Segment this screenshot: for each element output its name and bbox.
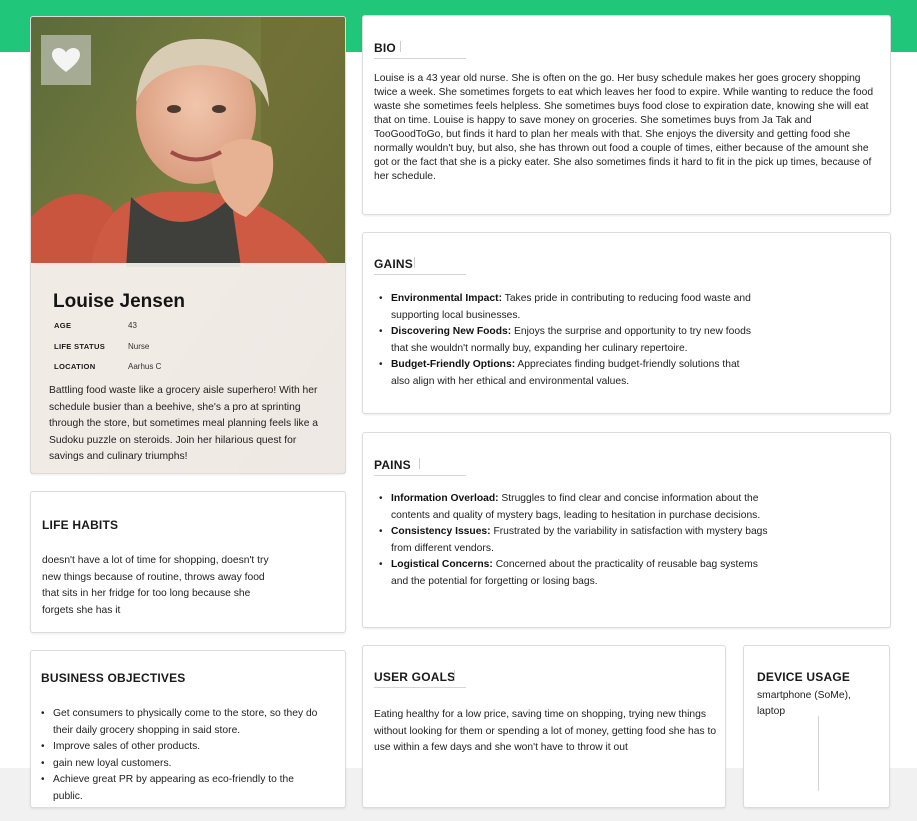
title-underline bbox=[374, 274, 466, 275]
gains-list: Environmental Impact: Takes pride in con… bbox=[377, 291, 752, 390]
user-goals-title: USER GOALS bbox=[374, 670, 456, 684]
business-objectives-card: BUSINESS OBJECTIVES Get consumers to phy… bbox=[30, 650, 346, 808]
pain-label: Information Overload: bbox=[391, 493, 499, 504]
gain-label: Environmental Impact: bbox=[391, 293, 502, 304]
list-item: Budget-Friendly Options: Appreciates fin… bbox=[377, 357, 752, 390]
pains-card: PAINS Information Overload: Struggles to… bbox=[362, 432, 891, 628]
persona-name: Louise Jensen bbox=[53, 291, 185, 312]
pains-title: PAINS bbox=[374, 458, 411, 472]
title-underline bbox=[374, 475, 466, 476]
list-item: Improve sales of other products. bbox=[39, 739, 324, 756]
life-habits-title: LIFE HABITS bbox=[42, 518, 119, 532]
title-divider bbox=[414, 257, 415, 268]
divider-line bbox=[818, 716, 819, 791]
device-usage-card: DEVICE USAGE smartphone (SoMe), laptop bbox=[743, 645, 890, 808]
list-item: Discovering New Foods: Enjoys the surpri… bbox=[377, 324, 752, 357]
title-underline bbox=[374, 58, 466, 59]
bio-card: BIO Louise is a 43 year old nurse. She i… bbox=[362, 15, 891, 215]
life-habits-text: doesn't have a lot of time for shopping,… bbox=[42, 555, 269, 616]
business-objectives-list: Get consumers to physically come to the … bbox=[39, 706, 324, 805]
profile-card: Louise Jensen AGE 43 LIFE STATUS Nurse L… bbox=[30, 16, 346, 474]
list-item: Information Overload: Struggles to find … bbox=[377, 491, 772, 524]
device-usage-title: DEVICE USAGE bbox=[757, 670, 851, 684]
bio-text: Louise is a 43 year old nurse. She is of… bbox=[374, 73, 874, 182]
location-value: Aarhus C bbox=[128, 362, 162, 371]
pain-label: Logistical Concerns: bbox=[391, 559, 493, 570]
list-item: gain new loyal customers. bbox=[39, 756, 324, 773]
list-item: Get consumers to physically come to the … bbox=[39, 706, 324, 739]
location-label: LOCATION bbox=[54, 362, 96, 371]
life-status-value: Nurse bbox=[128, 342, 150, 351]
gain-label: Discovering New Foods: bbox=[391, 326, 512, 337]
life-status-label: LIFE STATUS bbox=[54, 342, 106, 351]
business-objectives-title: BUSINESS OBJECTIVES bbox=[41, 671, 186, 685]
title-divider bbox=[400, 41, 401, 52]
list-item: Environmental Impact: Takes pride in con… bbox=[377, 291, 752, 324]
user-goals-card: USER GOALS Eating healthy for a low pric… bbox=[362, 645, 726, 808]
favorite-button[interactable] bbox=[41, 35, 91, 85]
life-habits-card: LIFE HABITS doesn't have a lot of time f… bbox=[30, 491, 346, 633]
age-label: AGE bbox=[54, 321, 72, 330]
gain-label: Budget-Friendly Options: bbox=[391, 359, 516, 370]
user-goals-text: Eating healthy for a low price, saving t… bbox=[374, 709, 717, 753]
gains-card: GAINS Environmental Impact: Takes pride … bbox=[362, 232, 891, 414]
device-usage-text: smartphone (SoMe), laptop bbox=[757, 690, 851, 717]
pains-list: Information Overload: Struggles to find … bbox=[377, 491, 772, 590]
heart-icon bbox=[52, 48, 80, 72]
title-divider bbox=[419, 458, 420, 469]
age-value: 43 bbox=[128, 321, 137, 330]
title-divider bbox=[454, 670, 455, 681]
title-underline bbox=[374, 687, 466, 688]
list-item: Logistical Concerns: Concerned about the… bbox=[377, 557, 772, 590]
list-item: Achieve great PR by appearing as eco-fri… bbox=[39, 772, 324, 805]
gains-title: GAINS bbox=[374, 257, 414, 271]
persona-quote: Battling food waste like a grocery aisle… bbox=[49, 385, 319, 462]
bio-title: BIO bbox=[374, 41, 396, 55]
list-item: Consistency Issues: Frustrated by the va… bbox=[377, 524, 772, 557]
pain-label: Consistency Issues: bbox=[391, 526, 491, 537]
